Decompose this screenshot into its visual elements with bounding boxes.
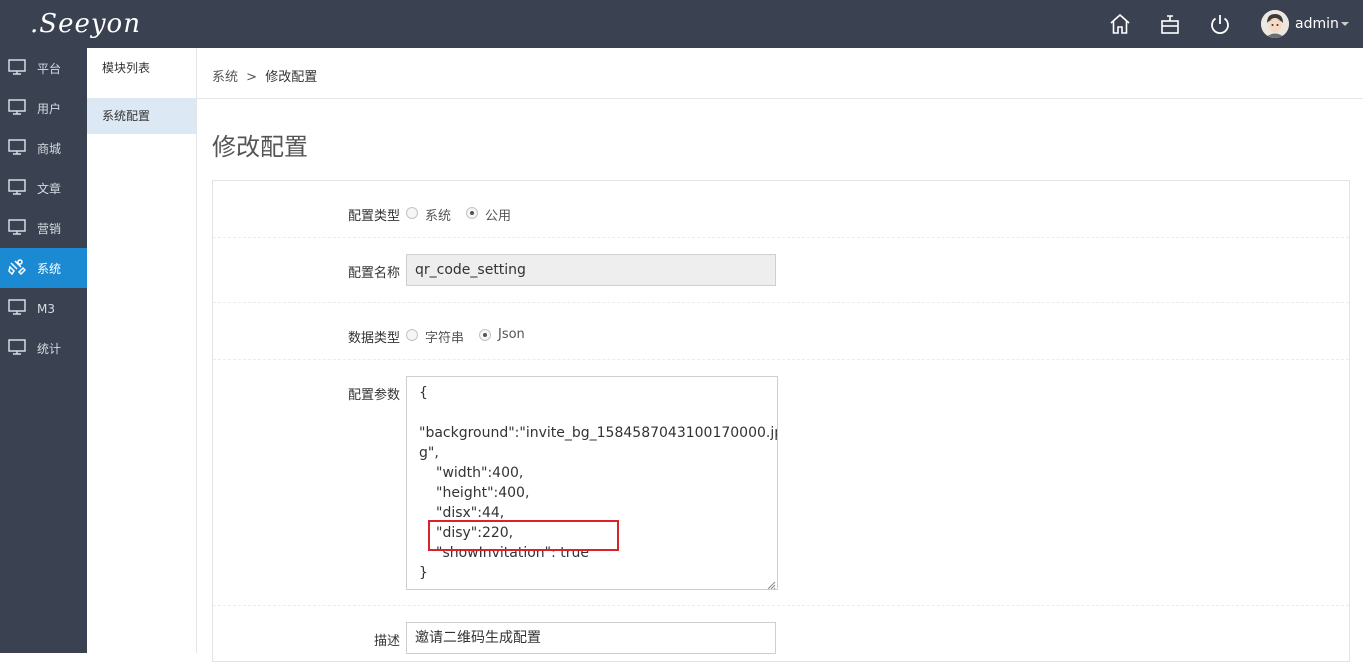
chevron-down-icon[interactable] xyxy=(1341,22,1349,26)
code-line: } xyxy=(419,565,428,581)
user-name[interactable]: admin xyxy=(1295,15,1339,33)
sidebar-item-label: 统计 xyxy=(37,342,62,356)
description-row: 描述 邀请二维码生成配置 xyxy=(213,606,1349,666)
code-line: { xyxy=(419,385,428,401)
config-params-label: 配置参数 xyxy=(347,388,400,403)
sidebar-item-marketing[interactable]: 营销 xyxy=(0,208,87,248)
code-line: "background":"invite_bg_1584587043100170… xyxy=(419,425,778,441)
code-line: "showInvitation": true xyxy=(436,545,590,561)
user-avatar[interactable] xyxy=(1261,10,1289,38)
sidebar-item-mall[interactable]: 商城 xyxy=(0,128,87,168)
monitor-icon xyxy=(8,98,26,116)
resize-handle-icon[interactable] xyxy=(766,578,776,589)
code-line: "width":400, xyxy=(436,465,524,481)
monitor-icon xyxy=(8,138,26,156)
code-line: g", xyxy=(419,445,439,461)
config-name-input[interactable]: qr_code_setting xyxy=(406,254,776,286)
sidebar-item-label: 营销 xyxy=(37,222,62,236)
config-type-radio-system[interactable] xyxy=(406,207,418,219)
data-type-radio-string[interactable] xyxy=(406,329,418,341)
breadcrumb-parent[interactable]: 系统 xyxy=(212,70,238,85)
sidebar-item-m3[interactable]: M3 xyxy=(0,288,87,328)
config-params-textarea[interactable]: { "background":"invite_bg_15845870431001… xyxy=(406,376,778,590)
sub-menu: 模块列表 系统配置 xyxy=(87,48,197,653)
config-type-row: 配置类型 系统 公用 xyxy=(213,181,1349,238)
sidebar-item-label: 系统 xyxy=(37,262,62,276)
code-line: "disy":220, xyxy=(436,525,514,541)
monitor-icon xyxy=(8,298,26,316)
monitor-icon xyxy=(8,338,26,356)
config-name-row: 配置名称 qr_code_setting xyxy=(213,238,1349,303)
breadcrumb-separator: > xyxy=(246,70,258,85)
breadcrumb: 系统 > 修改配置 xyxy=(212,66,317,85)
config-type-option-label: 系统 xyxy=(425,209,452,224)
config-type-option-label: 公用 xyxy=(485,209,512,224)
sidebar-item-label: M3 xyxy=(37,302,55,316)
sidebar-item-users[interactable]: 用户 xyxy=(0,88,87,128)
sidebar-item-label: 文章 xyxy=(37,182,62,196)
seeyon-logo[interactable]: .Seeyon xyxy=(30,8,141,40)
sidebar-item-label: 平台 xyxy=(37,62,62,76)
config-type-radio-public[interactable] xyxy=(466,207,478,219)
sidebar-item-articles[interactable]: 文章 xyxy=(0,168,87,208)
config-form: 配置类型 系统 公用 配置名称 qr_code_setting 数据类型 字符串… xyxy=(212,180,1350,662)
top-header: .Seeyon admin xyxy=(0,0,1363,48)
power-icon[interactable] xyxy=(1208,12,1232,36)
main-sidebar: 平台 用户 商城 文章 营销 系统 M3 统计 xyxy=(0,48,87,653)
description-label: 描述 xyxy=(373,634,400,649)
sidebar-item-platform[interactable]: 平台 xyxy=(0,48,87,88)
description-input[interactable]: 邀请二维码生成配置 xyxy=(406,622,776,654)
data-type-label: 数据类型 xyxy=(347,331,400,346)
page-title: 修改配置 xyxy=(212,133,308,161)
config-name-label: 配置名称 xyxy=(347,266,400,281)
sidebar-item-system[interactable]: 系统 xyxy=(0,248,87,288)
data-type-radio-json[interactable] xyxy=(479,329,491,341)
monitor-icon xyxy=(8,58,26,76)
data-type-row: 数据类型 字符串 Json xyxy=(213,303,1349,360)
home-icon[interactable] xyxy=(1108,12,1132,36)
monitor-icon xyxy=(8,218,26,236)
data-type-option-label: 字符串 xyxy=(425,331,465,346)
data-type-option-label: Json xyxy=(498,327,525,342)
submenu-item-system-config[interactable]: 系统配置 xyxy=(87,98,196,134)
divider xyxy=(197,98,1363,99)
config-params-row: 配置参数 { "background":"invite_bg_158458704… xyxy=(213,360,1349,606)
shop-icon[interactable] xyxy=(1158,12,1182,36)
monitor-icon xyxy=(8,178,26,196)
config-type-label: 配置类型 xyxy=(347,209,400,224)
settings-icon xyxy=(8,258,26,276)
sidebar-item-label: 用户 xyxy=(37,102,62,116)
submenu-item-module-list[interactable]: 模块列表 xyxy=(87,48,196,98)
sidebar-item-stats[interactable]: 统计 xyxy=(0,328,87,368)
code-line: "height":400, xyxy=(436,485,530,501)
breadcrumb-current: 修改配置 xyxy=(265,70,318,85)
sidebar-item-label: 商城 xyxy=(37,142,62,156)
code-line: "disx":44, xyxy=(436,505,505,521)
